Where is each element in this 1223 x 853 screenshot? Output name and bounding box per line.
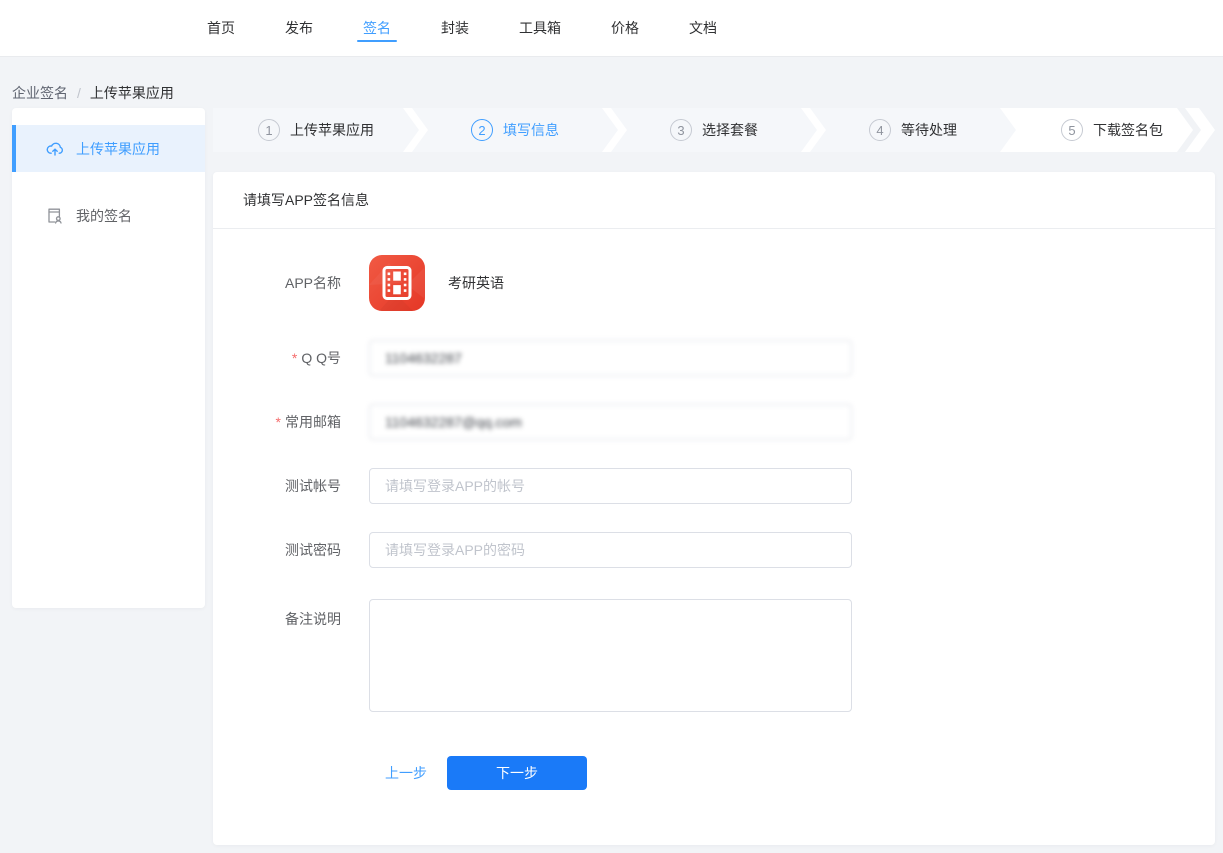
- sidebar: 上传苹果应用 我的签名: [12, 108, 205, 608]
- test-password-input[interactable]: [369, 532, 852, 568]
- required-asterisk: *: [276, 414, 281, 430]
- step-label: 等待处理: [901, 120, 957, 140]
- qq-input[interactable]: [369, 340, 852, 376]
- nav-item-toolbox[interactable]: 工具箱: [519, 0, 561, 56]
- app-name-control: 考研英语: [369, 255, 504, 311]
- test-account-label: 测试帐号: [213, 476, 341, 496]
- qq-row: *Q Q号: [213, 340, 1215, 376]
- test-password-row: 测试密码: [213, 532, 1215, 568]
- remarks-textarea[interactable]: [369, 599, 852, 712]
- step-1-upload: 1 上传苹果应用: [213, 108, 419, 152]
- breadcrumb-separator: /: [77, 85, 81, 101]
- required-asterisk: *: [292, 350, 297, 366]
- email-row: *常用邮箱: [213, 404, 1215, 440]
- step-number: 5: [1061, 119, 1083, 141]
- step-end-chevron: [1177, 108, 1201, 152]
- breadcrumb: 企业签名 / 上传苹果应用: [0, 57, 1223, 108]
- signature-doc-icon: [46, 207, 64, 225]
- nav-item-signing[interactable]: 签名: [363, 0, 391, 56]
- panel-title: 请填写APP签名信息: [243, 190, 369, 210]
- step-label: 上传苹果应用: [290, 120, 374, 140]
- qq-label: *Q Q号: [213, 348, 341, 368]
- step-label: 选择套餐: [702, 120, 758, 140]
- step-label: 填写信息: [503, 120, 559, 140]
- nav-item-pricing[interactable]: 价格: [611, 0, 639, 56]
- sidebar-item-label: 上传苹果应用: [76, 139, 160, 159]
- step-label: 下载签名包: [1093, 120, 1163, 140]
- form-actions: 上一步 下一步: [213, 756, 1215, 790]
- step-4-wait-processing: 4 等待处理: [810, 108, 1016, 152]
- step-number: 4: [869, 119, 891, 141]
- email-label: *常用邮箱: [213, 412, 341, 432]
- step-number: 3: [670, 119, 692, 141]
- signing-form: APP名称: [213, 255, 1215, 790]
- nav-item-packaging[interactable]: 封装: [441, 0, 469, 56]
- app-name-row: APP名称: [213, 255, 1215, 311]
- remarks-label: 备注说明: [213, 609, 341, 629]
- app-name-value: 考研英语: [448, 273, 504, 293]
- test-account-input[interactable]: [369, 468, 852, 504]
- breadcrumb-current: 上传苹果应用: [90, 83, 174, 103]
- nav-item-home[interactable]: 首页: [207, 0, 235, 56]
- step-2-fill-info: 2 填写信息: [412, 108, 618, 152]
- prev-step-button[interactable]: 上一步: [385, 763, 427, 783]
- step-number: 2: [471, 119, 493, 141]
- main-nav: 首页 发布 签名 封装 工具箱 价格 文档: [207, 0, 717, 56]
- email-input[interactable]: [369, 404, 852, 440]
- nav-item-publish[interactable]: 发布: [285, 0, 313, 56]
- steps-bar: 1 上传苹果应用 2 填写信息 3 选择套餐 4 等待处理 5 下载签名包: [213, 108, 1215, 152]
- sidebar-item-upload-apple-app[interactable]: 上传苹果应用: [12, 125, 205, 172]
- step-3-choose-plan: 3 选择套餐: [611, 108, 817, 152]
- upload-cloud-icon: [46, 140, 64, 158]
- test-account-row: 测试帐号: [213, 468, 1215, 504]
- step-number: 1: [258, 119, 280, 141]
- form-panel: 请填写APP签名信息 APP名称: [213, 172, 1215, 845]
- test-password-label: 测试密码: [213, 540, 341, 560]
- sidebar-item-label: 我的签名: [76, 206, 132, 226]
- film-app-icon: [369, 255, 425, 311]
- top-navbar: 首页 发布 签名 封装 工具箱 价格 文档: [0, 0, 1223, 57]
- step-5-download-package: 5 下载签名包: [1009, 108, 1215, 152]
- app-name-label: APP名称: [213, 273, 341, 293]
- breadcrumb-parent[interactable]: 企业签名: [12, 83, 68, 103]
- next-step-button[interactable]: 下一步: [447, 756, 587, 790]
- panel-header: 请填写APP签名信息: [213, 172, 1215, 229]
- remarks-row: 备注说明: [213, 599, 1215, 715]
- nav-item-docs[interactable]: 文档: [689, 0, 717, 56]
- sidebar-item-my-signatures[interactable]: 我的签名: [12, 192, 205, 239]
